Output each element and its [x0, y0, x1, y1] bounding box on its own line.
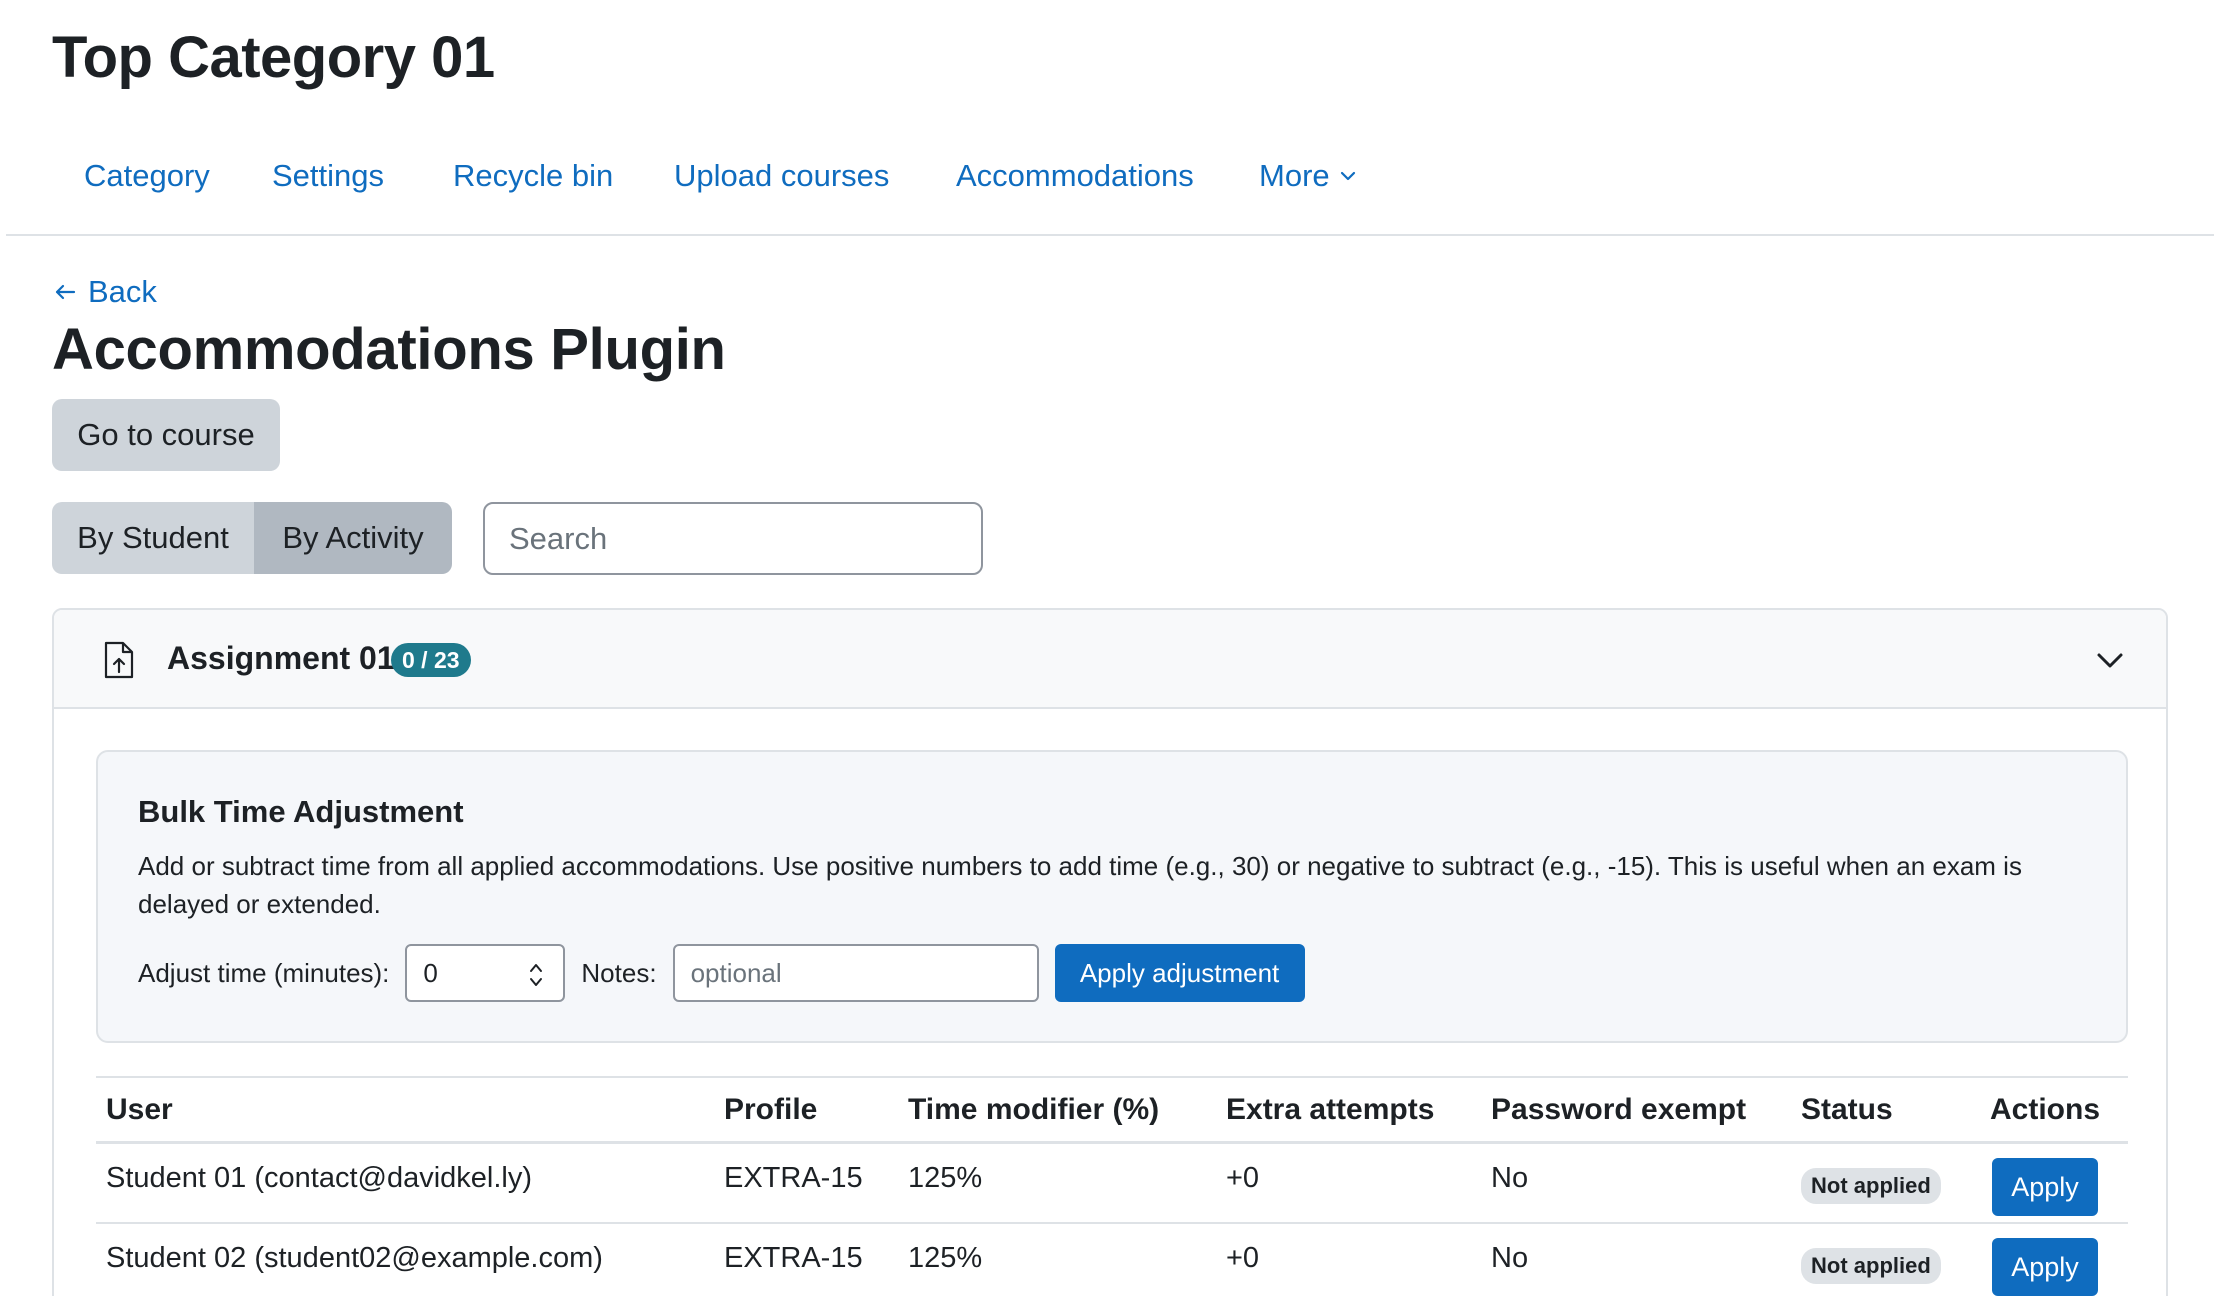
bulk-description: Add or subtract time from all applied ac…: [138, 851, 2022, 919]
apply-button[interactable]: Apply: [1992, 1158, 2098, 1216]
cell-actions: Apply: [1992, 1224, 2098, 1296]
table-row: Student 02 (student02@example.com) EXTRA…: [96, 1224, 2128, 1296]
nav-item-accommodations[interactable]: Accommodations: [956, 156, 1194, 196]
cell-user: Student 02 (student02@example.com): [106, 1242, 603, 1274]
assignment-upload-icon: [104, 641, 134, 679]
cell-password-exempt: No: [1491, 1162, 1529, 1194]
search-input[interactable]: [483, 502, 983, 575]
page-title: Top Category 01: [52, 25, 495, 90]
nav-item-settings[interactable]: Settings: [272, 156, 384, 196]
notes-input[interactable]: [672, 944, 1039, 1002]
cell-password-exempt: No: [1491, 1242, 1529, 1274]
arrow-left-icon: [55, 284, 76, 300]
chevron-down-icon[interactable]: [2094, 644, 2126, 676]
header-extra-attempts: Extra attempts: [1226, 1092, 1435, 1126]
status-badge: Not applied: [1801, 1168, 1941, 1204]
nav-item-category[interactable]: Category: [84, 156, 210, 196]
header-user: User: [106, 1092, 173, 1126]
by-activity-button[interactable]: By Activity: [254, 502, 452, 574]
chevron-down-icon: [1340, 171, 1355, 181]
bulk-title: Bulk Time Adjustment: [138, 794, 464, 829]
adjust-time-input[interactable]: 0: [405, 944, 566, 1002]
cell-status: Not applied: [1801, 1144, 1941, 1222]
header-profile: Profile: [724, 1092, 818, 1126]
nav-more-label: More: [1259, 158, 1330, 193]
cell-extra-attempts: +0: [1226, 1162, 1260, 1194]
notes-label: Notes:: [581, 957, 657, 988]
accommodations-table: User Profile Time modifier (%) Extra att…: [96, 1076, 2128, 1296]
cell-extra-attempts: +0: [1226, 1242, 1260, 1274]
by-student-button[interactable]: By Student: [52, 502, 254, 574]
count-badge: 0 / 23: [391, 643, 471, 677]
adjust-time-label: Adjust time (minutes):: [138, 957, 390, 988]
activity-title: Assignment 01: [167, 640, 395, 676]
header-time-modifier: Time modifier (%): [908, 1092, 1160, 1126]
back-label: Back: [88, 274, 157, 309]
header-password-exempt: Password exempt: [1491, 1092, 1747, 1126]
bulk-adjustment-panel: Bulk Time Adjustment Add or subtract tim…: [96, 750, 2128, 1043]
header-status: Status: [1801, 1092, 1893, 1126]
cell-user: Student 01 (contact@davidkel.ly): [106, 1162, 532, 1194]
cell-time-modifier: 125%: [908, 1162, 983, 1194]
go-to-course-button[interactable]: Go to course: [52, 399, 280, 471]
activity-card: Assignment 01 0 / 23 Bulk Time Adjustmen…: [52, 608, 2168, 1296]
status-badge: Not applied: [1801, 1248, 1941, 1284]
cell-actions: Apply: [1992, 1144, 2098, 1222]
cell-time-modifier: 125%: [908, 1242, 983, 1274]
table-header-row: User Profile Time modifier (%) Extra att…: [96, 1078, 2128, 1144]
spinner-arrows-icon[interactable]: [527, 960, 545, 990]
nav-item-more[interactable]: More: [1259, 156, 1358, 196]
page-heading: Accommodations Plugin: [52, 317, 726, 382]
cell-profile: EXTRA-15: [724, 1162, 863, 1194]
nav-item-recycle-bin[interactable]: Recycle bin: [453, 156, 613, 196]
adjust-time-value: 0: [423, 957, 438, 988]
cell-profile: EXTRA-15: [724, 1242, 863, 1274]
apply-adjustment-button[interactable]: Apply adjustment: [1054, 944, 1305, 1002]
nav-item-upload-courses[interactable]: Upload courses: [674, 156, 889, 196]
header-actions: Actions: [1990, 1092, 2101, 1126]
view-toggle: By Student By Activity: [52, 502, 452, 574]
secondary-nav: Category Settings Recycle bin Upload cou…: [6, 140, 2214, 236]
activity-card-header[interactable]: Assignment 01 0 / 23: [54, 610, 2166, 709]
cell-status: Not applied: [1801, 1224, 1941, 1296]
apply-button[interactable]: Apply: [1992, 1238, 2098, 1296]
table-row: Student 01 (contact@davidkel.ly) EXTRA-1…: [96, 1144, 2128, 1224]
bulk-form: Adjust time (minutes): 0 Notes: Apply ad…: [138, 944, 1305, 1002]
back-link[interactable]: Back: [52, 272, 157, 312]
